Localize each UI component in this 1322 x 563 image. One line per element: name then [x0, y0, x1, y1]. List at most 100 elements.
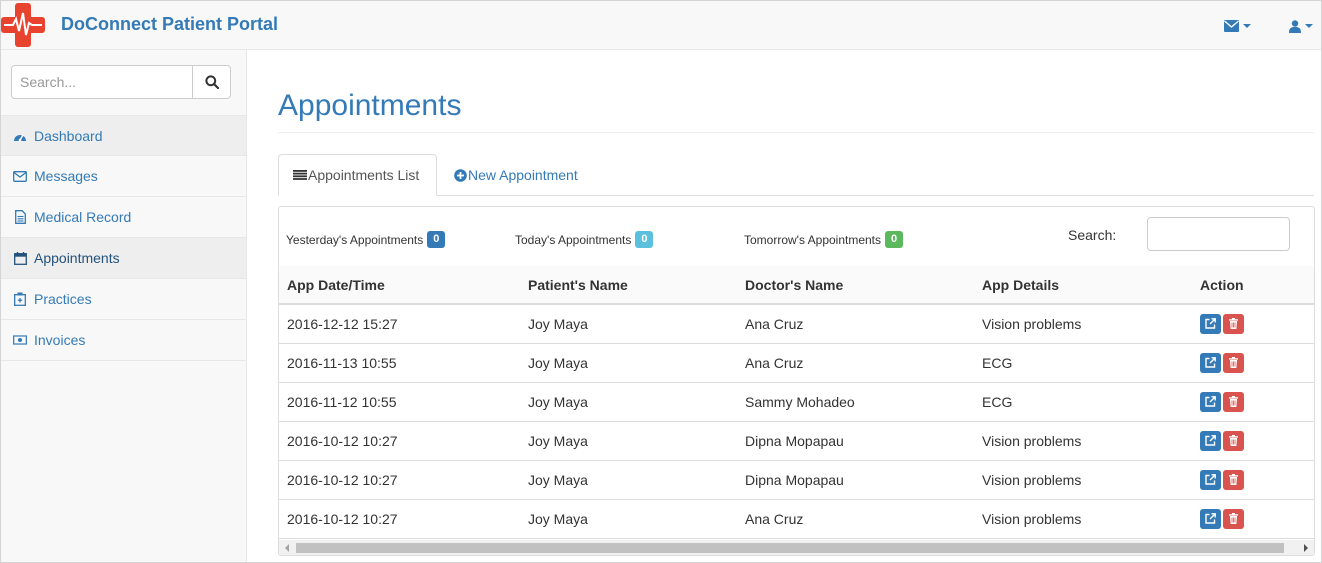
tab-appointments-list[interactable]: Appointments List — [278, 154, 437, 196]
stat-today: Today's Appointments 0 — [515, 231, 654, 248]
table-cell: Joy Maya — [520, 499, 737, 539]
sidebar-item-messages[interactable]: Messages — [1, 156, 246, 197]
table-search-label: Search: — [1068, 227, 1117, 243]
calendar-icon — [13, 251, 27, 265]
table-cell: Ana Cruz — [737, 499, 974, 539]
open-button[interactable] — [1200, 508, 1221, 529]
tab-label: New Appointment — [468, 167, 578, 183]
trash-icon — [1229, 513, 1238, 524]
table-cell: Vision problems — [974, 421, 1192, 461]
brand-title[interactable]: DoConnect Patient Portal — [61, 14, 278, 35]
table-cell: 2016-10-12 10:27 — [279, 499, 520, 539]
trash-icon — [1229, 435, 1238, 446]
trash-icon — [1229, 474, 1238, 485]
external-link-icon — [1205, 318, 1216, 329]
action-cell — [1192, 382, 1314, 422]
column-header[interactable]: Patient's Name — [520, 266, 737, 305]
sidebar-item-dashboard[interactable]: Dashboard — [1, 115, 246, 156]
table-cell: Vision problems — [974, 304, 1192, 344]
table-cell: Dipna Mopapau — [737, 460, 974, 500]
column-header: Action — [1192, 266, 1314, 305]
open-button[interactable] — [1200, 469, 1221, 490]
open-button[interactable] — [1200, 391, 1221, 412]
delete-button[interactable] — [1223, 313, 1244, 334]
user-dropdown[interactable] — [1289, 16, 1313, 36]
table-cell: 2016-11-13 10:55 — [279, 343, 520, 383]
delete-button[interactable] — [1223, 430, 1244, 451]
horizontal-scrollbar[interactable] — [279, 540, 1314, 555]
tab-new-appointment[interactable]: New Appointment — [454, 154, 578, 196]
sidebar-item-label: Appointments — [34, 250, 120, 266]
list-icon — [293, 170, 307, 180]
table-cell: 2016-10-12 10:27 — [279, 421, 520, 461]
table-cell: Vision problems — [974, 499, 1192, 539]
open-button[interactable] — [1200, 313, 1221, 334]
table-cell: Vision problems — [974, 460, 1192, 500]
column-header[interactable]: Doctor's Name — [737, 266, 974, 305]
open-button[interactable] — [1200, 352, 1221, 373]
sidebar-item-label: Dashboard — [34, 127, 103, 144]
sidebar-item-medical-record[interactable]: Medical Record — [1, 197, 246, 238]
search-input[interactable] — [11, 65, 193, 99]
column-header[interactable]: App Date/Time — [279, 266, 520, 305]
table-cell: Joy Maya — [520, 421, 737, 461]
action-cell — [1192, 460, 1314, 500]
table-cell: ECG — [974, 382, 1192, 422]
money-icon — [13, 333, 27, 347]
table-cell: Joy Maya — [520, 304, 737, 344]
search-button[interactable] — [193, 65, 231, 99]
envelope-icon — [13, 169, 27, 183]
dashboard-icon — [13, 129, 27, 143]
external-link-icon — [1205, 474, 1216, 485]
delete-button[interactable] — [1223, 508, 1244, 529]
stat-tomorrow: Tomorrow's Appointments 0 — [744, 231, 904, 248]
sidebar-item-label: Medical Record — [34, 209, 132, 225]
appointments-panel: Yesterday's Appointments 0 Today's Appoi… — [278, 206, 1315, 556]
stat-label: Yesterday's Appointments — [286, 232, 424, 247]
messages-dropdown[interactable] — [1224, 16, 1251, 36]
table-search-input[interactable] — [1147, 217, 1290, 251]
delete-button[interactable] — [1223, 469, 1244, 490]
table-row: 2016-10-12 10:27 Joy Maya Dipna Mopapau Vis… — [279, 421, 1314, 461]
table-row: 2016-10-12 10:27 Joy Maya Dipna Mopapau Vis… — [279, 460, 1314, 500]
external-link-icon — [1205, 513, 1216, 524]
stat-label: Today's Appointments — [515, 232, 632, 247]
sidebar-item-label: Practices — [34, 291, 92, 307]
table-row: 2016-11-13 10:55 Joy Maya Ana Cruz ECG — [279, 343, 1314, 383]
trash-icon — [1229, 396, 1238, 407]
count-badge: 0 — [885, 231, 904, 248]
table-cell: Ana Cruz — [737, 304, 974, 344]
delete-button[interactable] — [1223, 352, 1244, 373]
action-cell — [1192, 343, 1314, 383]
sidebar-item-invoices[interactable]: Invoices — [1, 320, 246, 361]
open-button[interactable] — [1200, 430, 1221, 451]
table-header-row: App Date/Time Patient's Name Doctor's Na… — [279, 266, 1314, 305]
search-icon — [204, 75, 219, 89]
sidebar-search — [11, 65, 231, 99]
chevron-down-icon — [1243, 24, 1251, 28]
table-cell: Dipna Mopapau — [737, 421, 974, 461]
table-cell: 2016-10-12 10:27 — [279, 460, 520, 500]
scrollbar-thumb[interactable] — [296, 543, 1284, 553]
column-header[interactable]: App Details — [974, 266, 1192, 305]
hospital-icon — [13, 292, 27, 306]
external-link-icon — [1205, 357, 1216, 368]
scroll-right-icon[interactable] — [1304, 544, 1308, 552]
user-icon — [1289, 19, 1301, 33]
sidebar-menu: Dashboard Messages Medical Record Appoin… — [1, 115, 246, 361]
file-icon — [13, 210, 27, 224]
scroll-left-icon[interactable] — [285, 544, 289, 552]
table-body: 2016-12-12 15:27 Joy Maya Ana Cruz Vision p… — [279, 304, 1314, 539]
page-title: Appointments — [278, 89, 462, 122]
stat-yesterday: Yesterday's Appointments 0 — [286, 231, 446, 248]
sidebar-item-appointments[interactable]: Appointments — [1, 238, 246, 279]
external-link-icon — [1205, 396, 1216, 407]
appointments-table: App Date/Time Patient's Name Doctor's Na… — [279, 266, 1314, 539]
logo-icon[interactable] — [1, 3, 45, 47]
count-badge: 0 — [427, 231, 446, 248]
action-cell — [1192, 421, 1314, 461]
action-cell — [1192, 304, 1314, 344]
sidebar-item-practices[interactable]: Practices — [1, 279, 246, 320]
delete-button[interactable] — [1223, 391, 1244, 412]
trash-icon — [1229, 318, 1238, 330]
